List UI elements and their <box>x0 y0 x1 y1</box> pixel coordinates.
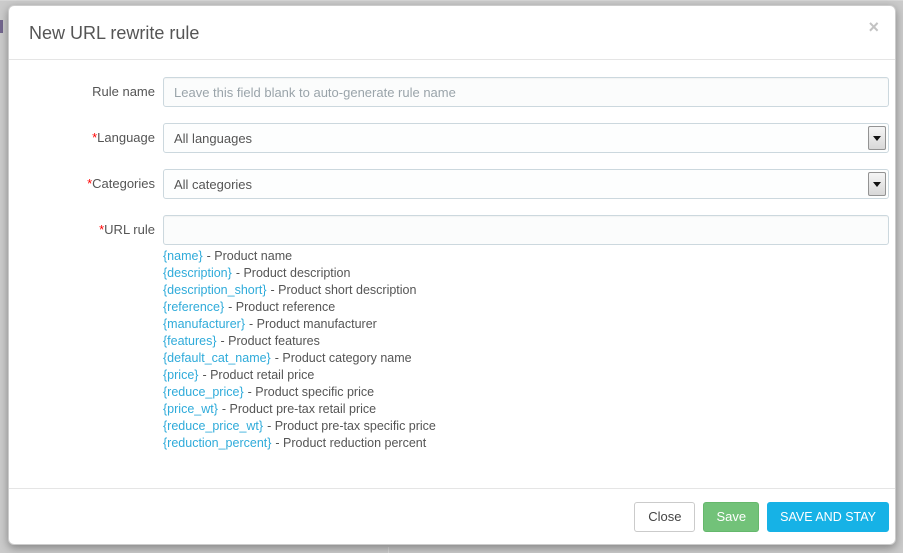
rule-name-label: Rule name <box>29 77 155 107</box>
close-icon[interactable]: × <box>868 18 879 36</box>
token-name: {features} <box>163 334 217 348</box>
token-help-item: {manufacturer}- Product manufacturer <box>163 316 889 333</box>
caret-down-icon <box>873 136 881 141</box>
token-help-item: {name}- Product name <box>163 248 889 265</box>
token-help-item: {reduce_price}- Product specific price <box>163 384 889 401</box>
dropdown-button <box>868 126 886 150</box>
dropdown-button <box>868 172 886 196</box>
token-help-item: {price_wt}- Product pre-tax retail price <box>163 401 889 418</box>
token-name: {price} <box>163 368 198 382</box>
token-name: {description_short} <box>163 283 267 297</box>
caret-down-icon <box>873 182 881 187</box>
url-rewrite-rule-modal: New URL rewrite rule × Rule name *Langua… <box>8 5 896 545</box>
url-rule-label: *URL rule <box>29 215 155 245</box>
token-help-item: {description}- Product description <box>163 265 889 282</box>
token-name: {reduce_price} <box>163 385 244 399</box>
language-label: *Language <box>29 123 155 153</box>
token-help-item: {default_cat_name}- Product category nam… <box>163 350 889 367</box>
language-row: *Language All languages <box>29 123 889 153</box>
save-button[interactable]: Save <box>703 502 759 532</box>
modal-header: New URL rewrite rule × <box>9 6 895 60</box>
save-and-stay-button[interactable]: SAVE AND STAY <box>767 502 889 532</box>
url-rule-row: *URL rule {name}- Product name {descript… <box>29 215 889 452</box>
page-behind-divider <box>388 547 389 553</box>
page-behind-sidebar-fragment <box>0 20 3 33</box>
rule-name-row: Rule name <box>29 77 889 107</box>
token-help-item: {reduce_price_wt}- Product pre-tax speci… <box>163 418 889 435</box>
language-select-value: All languages <box>174 131 252 146</box>
categories-select[interactable]: All categories <box>163 169 889 199</box>
language-select[interactable]: All languages <box>163 123 889 153</box>
token-name: {reference} <box>163 300 224 314</box>
categories-select-value: All categories <box>174 177 252 192</box>
token-name: {default_cat_name} <box>163 351 271 365</box>
page-behind-strip <box>0 0 903 1</box>
modal-footer: Close Save SAVE AND STAY <box>9 488 895 544</box>
modal-body: Rule name *Language All languages *Categ… <box>9 60 895 452</box>
close-button[interactable]: Close <box>634 502 695 532</box>
token-help-item: {description_short}- Product short descr… <box>163 282 889 299</box>
token-name: {name} <box>163 249 203 263</box>
url-rule-input[interactable] <box>163 215 889 245</box>
rule-name-input[interactable] <box>163 77 889 107</box>
token-help-item: {features}- Product features <box>163 333 889 350</box>
token-name: {reduction_percent} <box>163 436 271 450</box>
token-name: {manufacturer} <box>163 317 245 331</box>
categories-row: *Categories All categories <box>29 169 889 199</box>
token-name: {reduce_price_wt} <box>163 419 263 433</box>
token-name: {price_wt} <box>163 402 218 416</box>
modal-title: New URL rewrite rule <box>29 21 875 45</box>
token-help-list: {name}- Product name {description}- Prod… <box>163 248 889 452</box>
token-help-item: {price}- Product retail price <box>163 367 889 384</box>
categories-label: *Categories <box>29 169 155 199</box>
token-help-item: {reduction_percent}- Product reduction p… <box>163 435 889 452</box>
token-name: {description} <box>163 266 232 280</box>
token-help-item: {reference}- Product reference <box>163 299 889 316</box>
